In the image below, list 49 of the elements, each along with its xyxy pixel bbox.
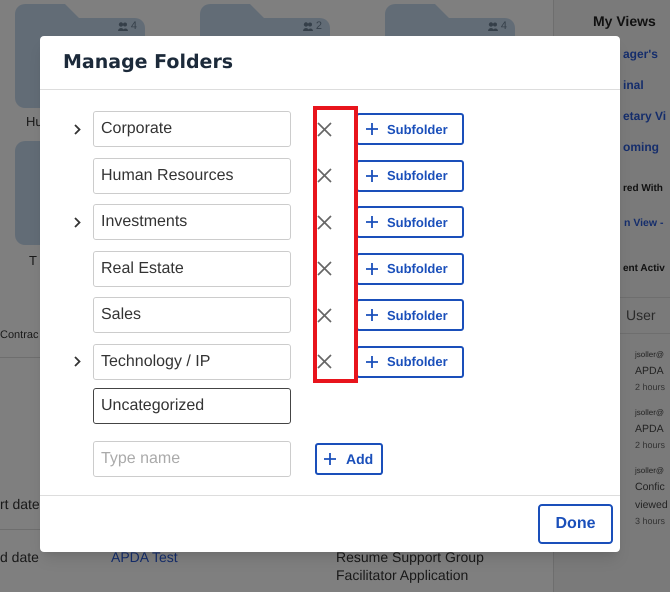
- folder-name-field[interactable]: Investments: [93, 204, 291, 240]
- dialog-title: Manage Folders: [63, 50, 234, 76]
- folder-name-field[interactable]: Corporate: [93, 111, 291, 148]
- panel-heading: red With: [623, 182, 663, 196]
- tab-label[interactable]: Contrac: [0, 327, 39, 343]
- add-subfolder-button[interactable]: Subfolder: [356, 160, 464, 192]
- folder-name-field[interactable]: Real Estate: [93, 250, 291, 287]
- activity-text: viewed: [635, 498, 668, 513]
- activity-user: jsoller@: [635, 349, 664, 361]
- folder-name-field[interactable]: Uncategorized: [93, 388, 291, 424]
- activity-text: APDA: [635, 364, 664, 379]
- panel-heading: My Views: [593, 12, 656, 30]
- activity-text: APDA: [635, 422, 664, 437]
- add-subfolder-button[interactable]: Subfolder: [356, 113, 464, 146]
- folder-label: T: [29, 253, 37, 269]
- activity-user: jsoller@: [635, 465, 664, 477]
- folder-name-field[interactable]: Human Resources: [93, 158, 291, 194]
- people-icon: [488, 22, 498, 31]
- plus-icon: [366, 262, 378, 275]
- plus-icon: [324, 453, 336, 465]
- people-icon: [302, 22, 313, 31]
- done-button[interactable]: Done: [538, 504, 613, 544]
- activity-text: Confic: [635, 480, 665, 495]
- add-subfolder-button[interactable]: Subfolder: [356, 346, 464, 378]
- field-label: rt date: [0, 495, 40, 513]
- activity-user: jsoller@: [635, 407, 664, 419]
- chevron-icon[interactable]: [74, 216, 81, 228]
- activity-time: 3 hours: [635, 515, 666, 528]
- plus-icon: [366, 170, 378, 182]
- add-subfolder-button[interactable]: Subfolder: [356, 299, 464, 332]
- folder-name-field[interactable]: Sales: [93, 297, 291, 334]
- column-header: User: [626, 306, 656, 325]
- add-subfolder-button[interactable]: Subfolder: [356, 206, 464, 238]
- plus-icon: [366, 216, 378, 228]
- chevron-icon[interactable]: [74, 356, 81, 368]
- field-label: d date: [0, 548, 40, 567]
- folder-name-field[interactable]: Technology / IP: [93, 344, 291, 380]
- plus-icon: [366, 309, 378, 322]
- add-button[interactable]: Add: [315, 443, 383, 475]
- add-subfolder-button[interactable]: Subfolder: [356, 252, 464, 285]
- chevron-icon[interactable]: [74, 124, 81, 135]
- plus-icon: [366, 356, 378, 368]
- activity-time: 2 hours: [635, 381, 666, 394]
- people-icon: [118, 22, 128, 31]
- plus-icon: [366, 123, 378, 136]
- record-title: Resume Support Group Facilitator Application: [336, 548, 485, 584]
- activity-time: 2 hours: [635, 439, 666, 452]
- new-folder-field[interactable]: Type name: [93, 441, 291, 477]
- panel-heading: ent Activ: [623, 262, 665, 276]
